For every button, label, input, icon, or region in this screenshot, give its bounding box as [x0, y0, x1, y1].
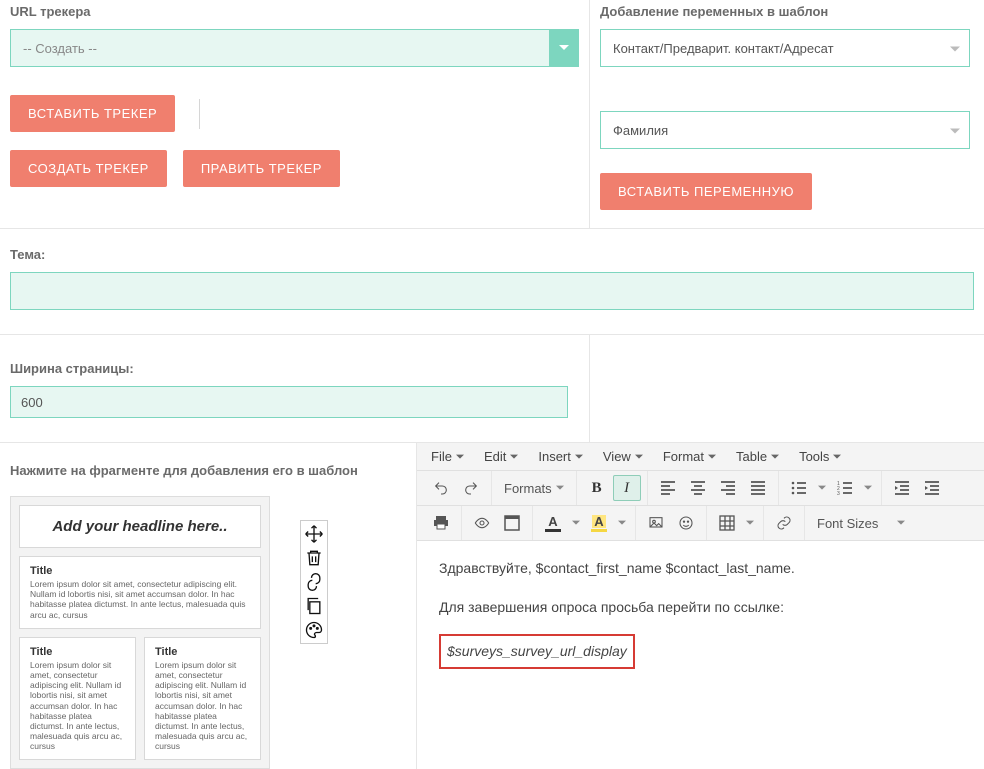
preview-icon[interactable] — [468, 510, 496, 536]
edit-tracker-button[interactable]: ПРАВИТЬ ТРЕКЕР — [183, 150, 340, 187]
undo-icon[interactable] — [427, 475, 455, 501]
background-color-icon[interactable]: A — [585, 510, 613, 536]
editor-content[interactable]: Здравствуйте, $contact_first_name $conta… — [417, 541, 984, 691]
survey-url-placeholder: $surveys_survey_url_display — [439, 634, 635, 669]
fragment-body-text: Lorem ipsum dolor sit amet, consectetur … — [155, 660, 250, 752]
chevron-down-icon[interactable] — [615, 510, 629, 536]
menu-edit[interactable]: Edit — [484, 449, 518, 464]
fragment-single[interactable]: Title Lorem ipsum dolor sit amet, consec… — [19, 556, 261, 629]
menu-file[interactable]: File — [431, 449, 464, 464]
editor-line-instruction: Для завершения опроса просьба перейти по… — [439, 594, 962, 621]
bullet-list-icon[interactable] — [785, 475, 813, 501]
bold-icon[interactable]: B — [583, 475, 611, 501]
align-center-icon[interactable] — [684, 475, 712, 501]
menu-view[interactable]: View — [603, 449, 643, 464]
rich-text-editor: File Edit Insert View Format Table Tools… — [416, 443, 984, 769]
variable-field-select[interactable]: Фамилия — [600, 111, 970, 149]
font-sizes-dropdown[interactable]: Font Sizes — [811, 510, 911, 536]
fragments-title: Нажмите на фрагменте для добавления его … — [10, 463, 406, 478]
fragment-body-text: Lorem ipsum dolor sit amet, consectetur … — [30, 579, 250, 620]
fragment-headline[interactable]: Add your headline here.. — [19, 505, 261, 548]
text-color-icon[interactable]: A — [539, 510, 567, 536]
align-justify-icon[interactable] — [744, 475, 772, 501]
fragment-title-text: Title — [30, 565, 250, 577]
align-left-icon[interactable] — [654, 475, 682, 501]
svg-text:3: 3 — [837, 491, 840, 496]
chevron-down-icon[interactable] — [569, 510, 583, 536]
editor-menubar: File Edit Insert View Format Table Tools — [417, 443, 984, 470]
topic-label: Тема: — [10, 247, 974, 262]
trash-icon[interactable] — [303, 547, 325, 569]
emoji-icon[interactable] — [672, 510, 700, 536]
insert-variable-button[interactable]: ВСТАВИТЬ ПЕРЕМЕННУЮ — [600, 173, 812, 210]
tracker-select[interactable]: -- Создать -- — [10, 29, 579, 67]
chevron-down-icon[interactable] — [743, 510, 757, 536]
create-tracker-button[interactable]: СОЗДАТЬ ТРЕКЕР — [10, 150, 167, 187]
chevron-down-icon[interactable] — [815, 475, 829, 501]
chevron-down-icon[interactable] — [861, 475, 875, 501]
editor-toolbar-row-2: A A Font Sizes — [417, 505, 984, 541]
italic-icon[interactable]: I — [613, 475, 641, 501]
variable-group-select[interactable]: Контакт/Предварит. контакт/Адресат — [600, 29, 970, 67]
menu-insert[interactable]: Insert — [538, 449, 583, 464]
link-insert-icon[interactable] — [770, 510, 798, 536]
fragment-list: Add your headline here.. Title Lorem ips… — [10, 496, 270, 769]
image-icon[interactable] — [642, 510, 670, 536]
fullscreen-icon[interactable] — [498, 510, 526, 536]
palette-icon[interactable] — [303, 619, 325, 641]
link-icon[interactable] — [303, 571, 325, 593]
fragment-pair-left[interactable]: Title Lorem ipsum dolor sit amet, consec… — [19, 637, 136, 761]
menu-tools[interactable]: Tools — [799, 449, 841, 464]
add-variables-label: Добавление переменных в шаблон — [600, 4, 984, 19]
menu-format[interactable]: Format — [663, 449, 716, 464]
fragment-toolstrip — [300, 520, 328, 644]
fragment-pair-right[interactable]: Title Lorem ipsum dolor sit amet, consec… — [144, 637, 261, 761]
editor-line-greeting: Здравствуйте, $contact_first_name $conta… — [439, 555, 962, 582]
move-icon[interactable] — [303, 523, 325, 545]
redo-icon[interactable] — [457, 475, 485, 501]
copy-icon[interactable] — [303, 595, 325, 617]
indent-icon[interactable] — [918, 475, 946, 501]
page-width-input[interactable] — [10, 386, 568, 418]
divider — [199, 99, 200, 129]
fragment-title-text: Title — [30, 646, 125, 658]
fragment-body-text: Lorem ipsum dolor sit amet, consectetur … — [30, 660, 125, 752]
page-width-label: Ширина страницы: — [10, 361, 579, 376]
table-icon[interactable] — [713, 510, 741, 536]
tracker-url-label: URL трекера — [10, 4, 579, 19]
menu-table[interactable]: Table — [736, 449, 779, 464]
topic-input[interactable] — [10, 272, 974, 310]
fragment-title-text: Title — [155, 646, 250, 658]
numbered-list-icon[interactable]: 123 — [831, 475, 859, 501]
editor-toolbar-row-1: Formats B I 123 — [417, 470, 984, 505]
insert-tracker-button[interactable]: ВСТАВИТЬ ТРЕКЕР — [10, 95, 175, 132]
formats-dropdown[interactable]: Formats — [498, 475, 570, 501]
outdent-icon[interactable] — [888, 475, 916, 501]
print-icon[interactable] — [427, 510, 455, 536]
align-right-icon[interactable] — [714, 475, 742, 501]
